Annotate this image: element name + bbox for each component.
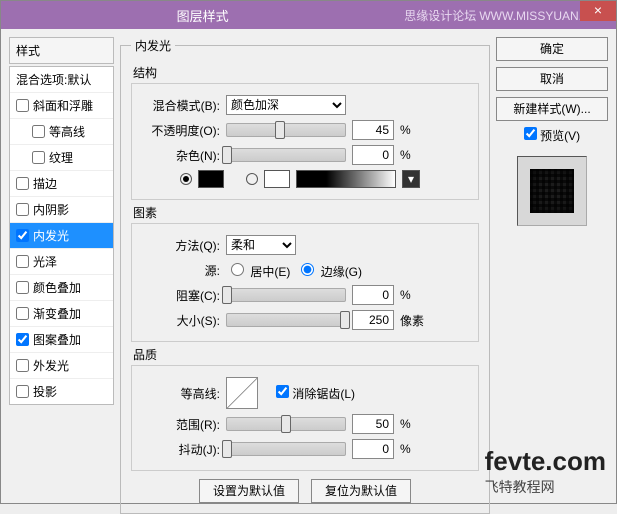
style-item-checkbox[interactable] [16,281,29,294]
style-item-label: 描边 [33,175,57,192]
style-item-checkbox[interactable] [16,385,29,398]
noise-input[interactable] [352,145,394,165]
blend-mode-select[interactable]: 颜色加深 [226,95,346,115]
panel-title: 内发光 [131,37,175,54]
style-item-checkbox[interactable] [16,333,29,346]
style-item-label: 外发光 [33,357,69,374]
style-item-投影[interactable]: 投影 [10,379,113,404]
choke-label: 阻塞(C): [140,287,220,304]
jitter-label: 抖动(J): [140,441,220,458]
technique-select[interactable]: 柔和 [226,235,296,255]
opacity-label: 不透明度(O): [140,122,220,139]
antialias-checkbox[interactable]: 消除锯齿(L) [276,385,355,402]
layer-style-dialog: 图层样式 思缘设计论坛 WWW.MISSYUAN.COM × 样式 混合选项:默… [0,0,617,504]
style-item-描边[interactable]: 描边 [10,171,113,197]
source-label: 源: [140,262,220,279]
elements-legend: 图素 [133,204,479,221]
style-item-checkbox[interactable] [16,359,29,372]
style-item-内阴影[interactable]: 内阴影 [10,197,113,223]
style-item-颜色叠加[interactable]: 颜色叠加 [10,275,113,301]
gradient-swatch[interactable] [296,170,396,188]
style-item-label: 内阴影 [33,201,69,218]
size-slider[interactable] [226,313,346,327]
style-item-label: 光泽 [33,253,57,270]
style-item-label: 斜面和浮雕 [33,97,93,114]
style-item-label: 图案叠加 [33,331,81,348]
choke-input[interactable] [352,285,394,305]
effect-panel: 内发光 结构 混合模式(B): 颜色加深 不透明度(O): % 杂色(N): [120,37,490,495]
style-item-渐变叠加[interactable]: 渐变叠加 [10,301,113,327]
style-item-内发光[interactable]: 内发光 [10,223,113,249]
opacity-input[interactable] [352,120,394,140]
style-item-checkbox[interactable] [16,255,29,268]
noise-slider[interactable] [226,148,346,162]
style-item-checkbox[interactable] [16,99,29,112]
reset-default-button[interactable]: 复位为默认值 [311,479,411,503]
style-item-checkbox[interactable] [16,177,29,190]
style-item-图案叠加[interactable]: 图案叠加 [10,327,113,353]
styles-header: 样式 [9,37,114,64]
style-item-label: 等高线 [49,123,85,140]
preview-checkbox[interactable]: 预览(V) [496,127,608,144]
structure-legend: 结构 [133,64,479,81]
quality-legend: 品质 [133,346,479,363]
style-item-checkbox[interactable] [16,229,29,242]
style-item-光泽[interactable]: 光泽 [10,249,113,275]
jitter-input[interactable] [352,439,394,459]
watermark: fevte.com 飞特教程网 [485,446,606,497]
range-label: 范围(R): [140,416,220,433]
style-item-label: 投影 [33,383,57,400]
style-item-label: 渐变叠加 [33,305,81,322]
ok-button[interactable]: 确定 [496,37,608,61]
style-item-checkbox[interactable] [16,307,29,320]
contour-picker[interactable] [226,377,258,409]
range-slider[interactable] [226,417,346,431]
preview-thumbnail [517,156,587,226]
style-item-checkbox[interactable] [16,203,29,216]
solid-color-swatch[interactable] [198,170,224,188]
size-label: 大小(S): [140,312,220,329]
source-center-radio[interactable]: 居中(E) [226,260,290,280]
style-item-label: 纹理 [49,149,73,166]
inner-glow-fieldset: 内发光 结构 混合模式(B): 颜色加深 不透明度(O): % 杂色(N): [120,37,490,514]
titlebar: 图层样式 思缘设计论坛 WWW.MISSYUAN.COM × [1,1,616,29]
style-item-label: 内发光 [33,227,69,244]
technique-label: 方法(Q): [140,237,220,254]
style-item-label: 颜色叠加 [33,279,81,296]
solid-color-radio[interactable] [180,173,192,185]
source-edge-radio[interactable]: 边缘(G) [296,260,362,280]
window-title: 图层样式 [1,6,404,25]
style-item-checkbox[interactable] [32,125,45,138]
noise-label: 杂色(N): [140,147,220,164]
style-item-斜面和浮雕[interactable]: 斜面和浮雕 [10,93,113,119]
style-item-checkbox[interactable] [32,151,45,164]
new-style-button[interactable]: 新建样式(W)... [496,97,608,121]
gradient-dropdown-icon[interactable]: ▾ [402,170,420,188]
style-list: 混合选项:默认 斜面和浮雕等高线纹理描边内阴影内发光光泽颜色叠加渐变叠加图案叠加… [9,66,114,405]
make-default-button[interactable]: 设置为默认值 [199,479,299,503]
choke-slider[interactable] [226,288,346,302]
dialog-buttons: 确定 取消 新建样式(W)... 预览(V) [496,37,608,495]
cancel-button[interactable]: 取消 [496,67,608,91]
style-item-纹理[interactable]: 纹理 [10,145,113,171]
jitter-slider[interactable] [226,442,346,456]
gradient-end-swatch[interactable] [264,170,290,188]
range-input[interactable] [352,414,394,434]
gradient-radio[interactable] [246,173,258,185]
opacity-slider[interactable] [226,123,346,137]
style-item-等高线[interactable]: 等高线 [10,119,113,145]
size-input[interactable] [352,310,394,330]
styles-sidebar: 样式 混合选项:默认 斜面和浮雕等高线纹理描边内阴影内发光光泽颜色叠加渐变叠加图… [9,37,114,495]
style-item-外发光[interactable]: 外发光 [10,353,113,379]
contour-label: 等高线: [140,385,220,402]
blend-mode-label: 混合模式(B): [140,97,220,114]
blending-options-default[interactable]: 混合选项:默认 [10,67,113,93]
close-button[interactable]: × [580,1,616,21]
